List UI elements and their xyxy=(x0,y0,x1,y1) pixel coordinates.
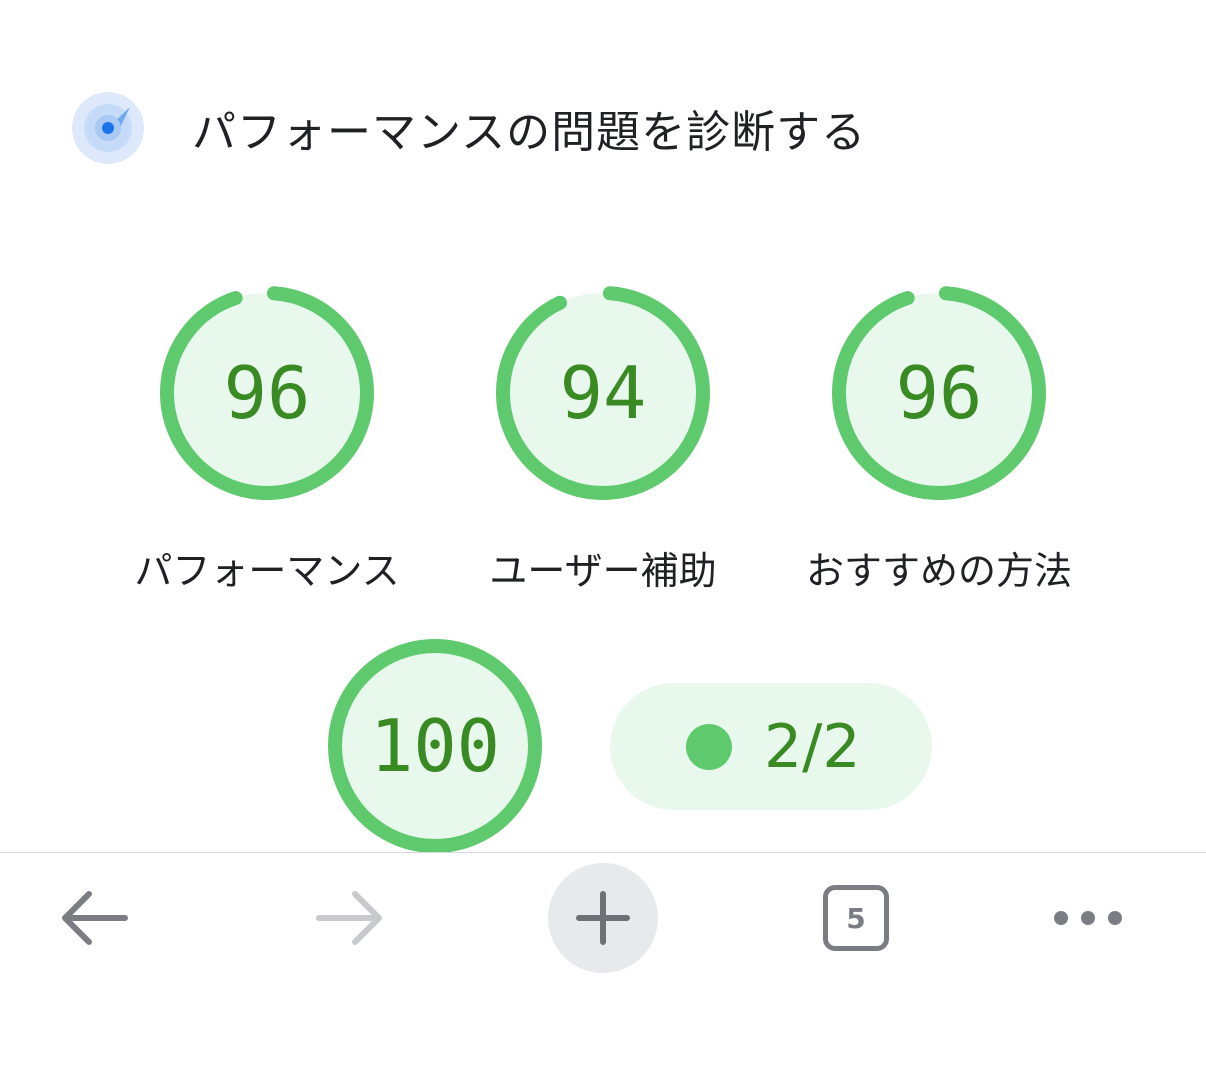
tab-count: 5 xyxy=(823,885,889,951)
page-title: パフォーマンスの問題を診断する xyxy=(192,107,867,158)
forward-arrow-icon xyxy=(316,891,382,945)
pwa-score: 2/2 xyxy=(764,711,861,782)
new-tab-button[interactable] xyxy=(548,863,658,973)
back-button[interactable] xyxy=(40,863,150,973)
score-gauge-accessibility[interactable]: 94 xyxy=(495,285,711,501)
plus-icon xyxy=(576,891,630,945)
score-gauge-performance[interactable]: 96 xyxy=(159,285,375,501)
tab-switcher-button[interactable]: 5 xyxy=(801,863,911,973)
bottom-toolbar: 5 xyxy=(0,852,1206,1086)
forward-button[interactable] xyxy=(294,863,404,973)
page: パフォーマンスの問題を診断する 96 パフォーマンス 94 ユーザー補助 96 … xyxy=(0,0,1206,1086)
pass-dot-icon xyxy=(686,723,732,770)
score-value: 94 xyxy=(559,351,647,435)
score-label: パフォーマンス xyxy=(134,549,400,593)
report-header: パフォーマンスの問題を診断する xyxy=(72,92,866,164)
score-label: ユーザー補助 xyxy=(489,549,717,593)
more-icon xyxy=(1054,911,1122,925)
pwa-badge[interactable]: 2/2 xyxy=(610,683,932,810)
lighthouse-icon xyxy=(72,92,144,164)
score-value: 96 xyxy=(895,351,983,435)
back-arrow-icon xyxy=(62,891,128,945)
score-value: 100 xyxy=(369,704,501,788)
score-label: おすすめの方法 xyxy=(805,549,1072,593)
more-menu-button[interactable] xyxy=(1033,863,1143,973)
score-gauge-seo[interactable]: 100 xyxy=(327,638,543,854)
score-gauge-best-practices[interactable]: 96 xyxy=(831,285,1047,501)
score-value: 96 xyxy=(223,351,311,435)
